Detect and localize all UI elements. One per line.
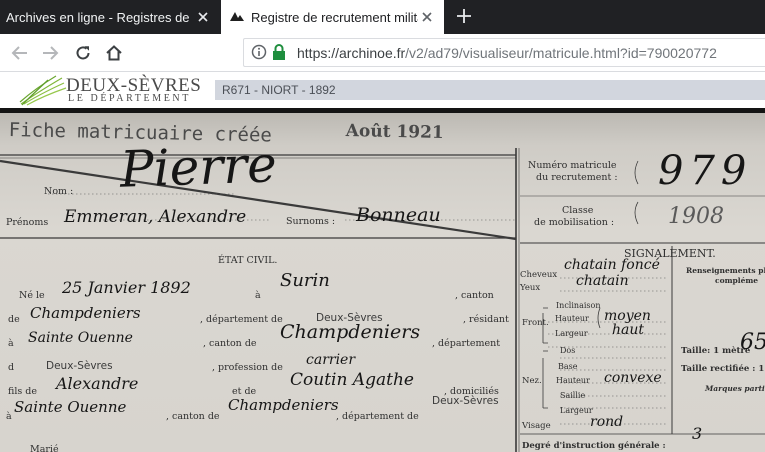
label-numero-matricule-1: Numéro matricule — [528, 160, 617, 171]
tab-title: Archives en ligne - Registres de recrute… — [6, 9, 194, 25]
stamp-date: Août 1921 — [345, 121, 444, 144]
value-canton-residence: Champdeniers — [280, 321, 421, 343]
site-info-icon[interactable] — [251, 44, 267, 65]
breadcrumb: R671 - NIORT - 1892 — [215, 80, 765, 100]
value-canton-naissance: Champdeniers — [30, 304, 141, 322]
close-tab-icon[interactable] — [194, 8, 212, 26]
new-tab-plus-icon[interactable] — [452, 4, 476, 28]
url-text: https://archinoe.fr/v2/ad79/visualiseur/… — [297, 45, 717, 61]
label-canton-de-1: , canton de — [203, 338, 257, 349]
label-de-1: de — [8, 314, 20, 325]
url-path: /v2/ad79/visualiseur/matricule.html?id=7… — [405, 45, 717, 61]
value-residence: Sainte Ouenne — [28, 330, 133, 346]
label-nom: Nom : — [44, 186, 74, 197]
value-classe: 1908 — [668, 204, 724, 229]
label-resident: , résidant — [463, 314, 509, 325]
label-profession: , profession de — [212, 362, 283, 373]
deux-sevres-logo[interactable]: DEUX-SÈVRES LE DÉPARTEMENT — [18, 74, 208, 106]
label-prenoms: Prénoms — [6, 217, 49, 228]
label-marie: Marié — [30, 444, 59, 452]
label-degre-instruction: Degré d'instruction générale : — [522, 441, 666, 451]
value-nom: Pierre — [119, 135, 278, 199]
label-dept-de-2: , département de — [336, 411, 419, 422]
tab-registre-active[interactable]: Registre de recrutement militaire — [221, 0, 444, 34]
label-cheveux: Cheveux — [520, 270, 558, 280]
label-dept-de-1: , département de — [200, 314, 283, 325]
tab-archives-en-ligne[interactable]: Archives en ligne - Registres de recrute… — [0, 0, 220, 34]
value-mere: Coutin Agathe — [290, 370, 414, 390]
url-origin: https://archinoe.fr — [297, 45, 406, 61]
label-ne-le: Né le — [19, 290, 45, 301]
value-pere: Alexandre — [56, 374, 139, 393]
label-surnoms: Surnoms : — [286, 216, 336, 227]
label-base: Base — [558, 362, 578, 371]
tab-title: Registre de recrutement militaire — [251, 9, 418, 25]
value-date-naissance: 25 Janvier 1892 — [62, 278, 191, 297]
label-front-largeur: Largeur — [555, 329, 588, 338]
value-domicile-parents: Sainte Ouenne — [14, 398, 127, 416]
label-d: d — [8, 362, 15, 373]
label-front: Front. — [522, 318, 549, 328]
home-icon[interactable] — [102, 41, 126, 65]
document-viewer[interactable]: Fiche matricuaire créée Août 1921 Nom : … — [0, 108, 765, 452]
value-cheveux: chatain foncé — [564, 257, 660, 273]
label-nez-hauteur: Hauteur — [556, 376, 590, 385]
label-numero-matricule-2: du recrutement : — [536, 172, 618, 183]
back-arrow-icon[interactable] — [8, 41, 32, 65]
label-classe-1: Classe — [562, 205, 594, 216]
label-a-1: à — [255, 290, 261, 301]
value-dept-residence: Deux-Sèvres — [46, 360, 113, 372]
label-dos: Dos — [560, 346, 576, 355]
forward-arrow-icon[interactable] — [38, 41, 62, 65]
value-profession: carrier — [306, 352, 356, 368]
label-etat-civil: ÉTAT CIVIL. — [218, 255, 278, 266]
value-nez: convexe — [604, 370, 662, 386]
label-renseignements-2: compléme — [715, 276, 759, 285]
value-lieu-naissance: Surin — [280, 270, 330, 291]
label-departement: , département — [432, 338, 501, 349]
value-visage: rond — [590, 414, 624, 430]
secure-lock-icon — [272, 44, 286, 65]
label-a-3: à — [6, 411, 12, 422]
label-saillie: Saillie — [560, 391, 586, 400]
site-header: DEUX-SÈVRES LE DÉPARTEMENT R671 - NIORT … — [0, 72, 765, 108]
logo-subtitle: LE DÉPARTEMENT — [68, 93, 191, 104]
value-taille: 65 — [740, 330, 765, 355]
label-a-2: à — [8, 338, 14, 349]
value-canton-parents: Champdeniers — [228, 396, 339, 414]
label-canton-de-2: , canton de — [166, 411, 220, 422]
value-prenoms: Emmeran, Alexandre — [64, 207, 247, 227]
browser-toolbar: https://archinoe.fr/v2/ad79/visualiseur/… — [0, 34, 765, 72]
address-bar[interactable]: https://archinoe.fr/v2/ad79/visualiseur/… — [243, 38, 765, 67]
close-tab-icon[interactable] — [418, 8, 436, 26]
label-canton-1: , canton — [455, 290, 494, 301]
label-taille-rectifiee: Taille rectifiée : 1 m — [681, 364, 765, 374]
label-fils-de: fils de — [8, 386, 37, 397]
label-renseignements-1: Renseignements phy — [686, 266, 765, 275]
label-nez-largeur: Largeur — [560, 406, 593, 415]
label-front-hauteur: Hauteur — [555, 314, 589, 323]
value-numero-matricule: 979 — [658, 148, 753, 194]
value-instruction: 3 — [692, 424, 703, 443]
value-surnoms: Bonneau — [356, 204, 441, 226]
tab-strip: Archives en ligne - Registres de recrute… — [0, 0, 765, 34]
value-front-largeur: haut — [612, 322, 645, 338]
label-nez: Nez. — [522, 376, 542, 386]
label-inclinaison: Inclinaison — [556, 301, 601, 310]
reload-icon[interactable] — [71, 41, 95, 65]
site-favicon-icon — [229, 9, 245, 25]
label-marques: Marques parti — [705, 384, 765, 393]
label-visage: Visage — [522, 421, 551, 431]
breadcrumb-text: R671 - NIORT - 1892 — [222, 83, 336, 97]
label-yeux: Yeux — [520, 283, 541, 293]
value-dept-parents: Deux-Sèvres — [432, 395, 499, 407]
grass-logo-icon — [19, 75, 67, 106]
value-yeux: chatain — [576, 273, 629, 289]
label-classe-2: de mobilisation : — [534, 217, 615, 228]
